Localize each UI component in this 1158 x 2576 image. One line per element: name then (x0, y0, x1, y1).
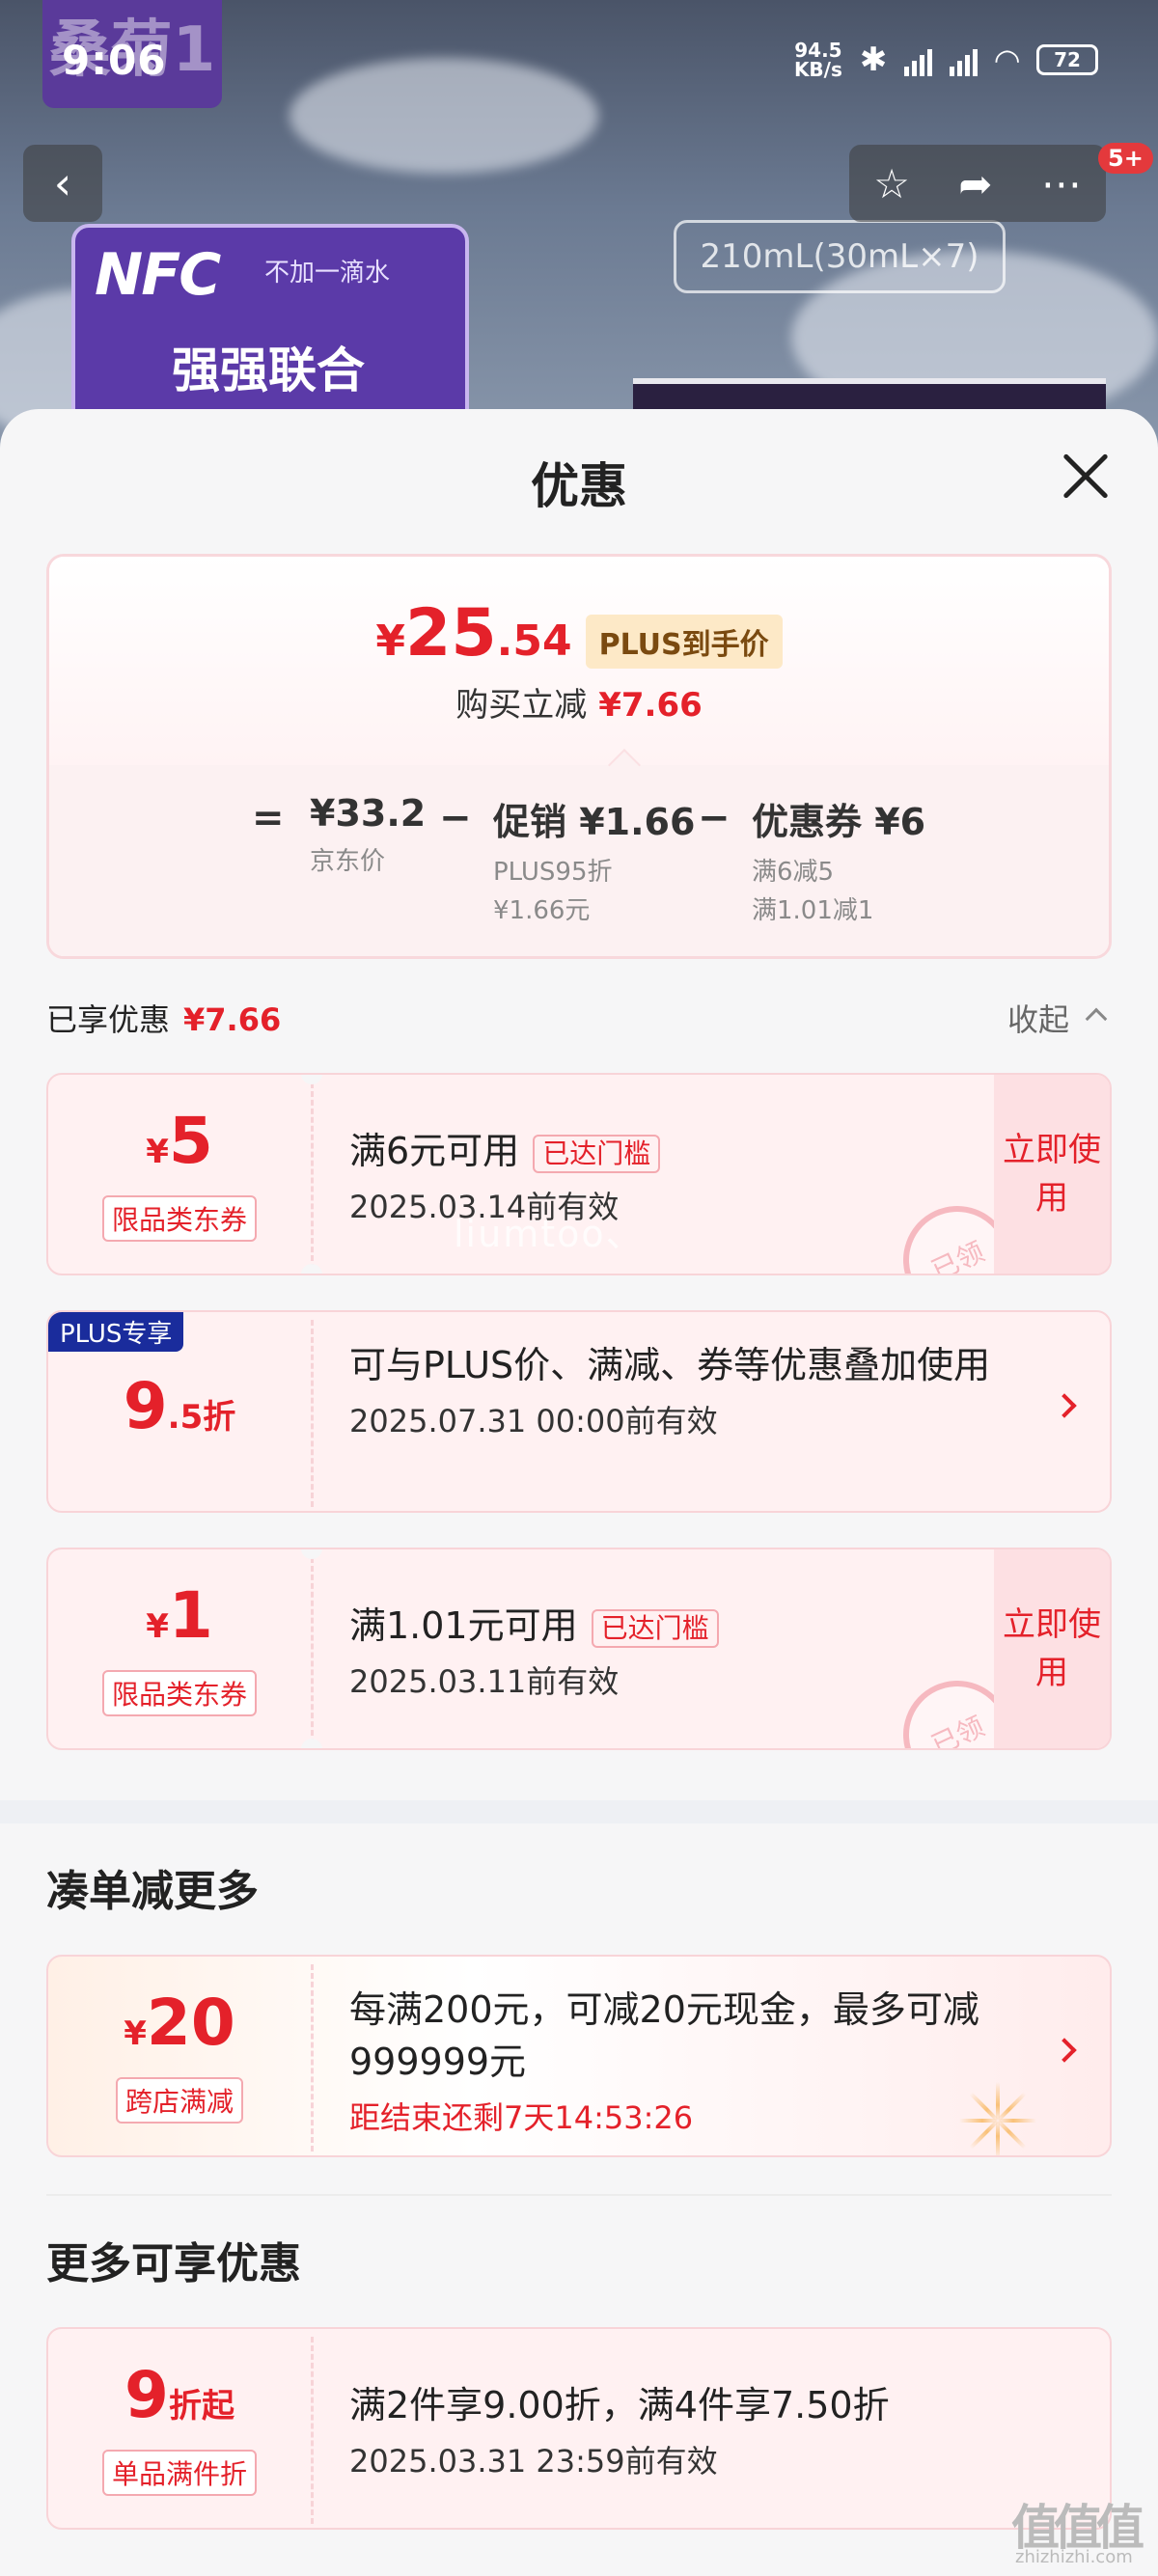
chevron-right-icon[interactable] (1052, 1393, 1077, 1418)
threshold-met-tag: 已达门槛 (591, 1608, 719, 1648)
minus-sign: − (698, 796, 731, 840)
threshold-met-tag: 已达门槛 (533, 1134, 661, 1173)
status-bar: 9:06 94.5 KB/s ✱ ◠ 72 (0, 0, 1158, 125)
cross-store-discount-card[interactable]: ¥20 跨店满减 每满200元，可减20元现金，最多可减999999元 距结束还… (46, 1955, 1112, 2157)
message-badge: 5+ (1098, 143, 1153, 174)
chevron-right-icon[interactable] (1052, 2038, 1077, 2063)
coupon-value: ¥1 限品类东券 (48, 1549, 311, 1748)
use-now-button[interactable]: 立即使用 (994, 1075, 1110, 1274)
section-title-extra: 更多可享优惠 (46, 2239, 301, 2288)
user-watermark: liumtoo、 (454, 1213, 645, 1255)
nfc-logo: NFC (95, 241, 221, 309)
final-price: ¥25.54 (375, 595, 572, 671)
site-watermark-url: zhizhizhi.com (1015, 2547, 1133, 2567)
star-icon[interactable]: ☆ (873, 160, 910, 207)
instant-discount-line: 购买立减 ¥7.66 (455, 686, 703, 725)
minus-sign: − (439, 796, 472, 840)
share-icon[interactable]: ➦ (958, 160, 992, 207)
more-icon[interactable]: ⋯ (1041, 160, 1082, 207)
chevron-left-icon: ‹ (53, 157, 72, 209)
chevron-up-icon[interactable] (1085, 1007, 1108, 1030)
discount-info: 可与PLUS价、满减、券等优惠叠加使用 2025.07.31 00:00前有效 (349, 1339, 1044, 1441)
section-divider (0, 1800, 1158, 1823)
discount-expiry: 2025.07.31 00:00前有效 (349, 1403, 718, 1439)
multi-item-discount-card[interactable]: 9折起 单品满件折 满2件享9.00折，满4件享7.50折 2025.03.31… (46, 2327, 1112, 2530)
close-icon[interactable] (1060, 450, 1112, 502)
signal-icon (904, 43, 933, 76)
price-breakdown: = ¥33.2 京东价 − 促销 ¥1.66 PLUS95折 ¥1.66元 − 优… (49, 765, 1109, 956)
discount-info: 每满200元，可减20元现金，最多可减999999元 距结束还剩7天14:53:… (349, 1984, 1044, 2138)
discount-value: ¥20 跨店满减 (48, 1957, 311, 2155)
coupon-card[interactable]: ¥1 限品类东券 满1.01元可用 已达门槛 2025.03.11前有效 已领 立… (46, 1548, 1112, 1750)
net-speed: 94.5 KB/s (793, 39, 842, 81)
divider (46, 2194, 1112, 2196)
promo-col: 促销 ¥1.66 PLUS95折 ¥1.66元 (493, 801, 696, 925)
firework-decoration (959, 2082, 1036, 2155)
coupon-type-tag: 限品类东券 (101, 1194, 257, 1242)
coupon-col: 优惠券 ¥6 满6减5 满1.01减1 (752, 801, 926, 925)
coupon-info: 满6元可用 已达门槛 2025.03.14前有效 (349, 1125, 1025, 1227)
bluetooth-icon: ✱ (859, 41, 888, 79)
price-summary-card: ¥25.54 PLUS到手价 购买立减 ¥7.66 = ¥33.2 京东价 − 促… (46, 554, 1112, 959)
discount-expiry: 2025.03.31 23:59前有效 (349, 2443, 718, 2480)
discount-type-tag: 跨店满减 (115, 2076, 243, 2124)
wifi-icon: ◠ (995, 41, 1019, 78)
status-icons: 94.5 KB/s ✱ ◠ 72 (794, 41, 1098, 79)
signal-icon (950, 43, 979, 76)
countdown: 距结束还剩7天14:53:26 (349, 2099, 694, 2136)
volume-label: 210mL(30mL×7) (674, 220, 1006, 293)
sheet-title: 优惠 (531, 458, 627, 514)
summary-top: ¥25.54 PLUS到手价 购买立减 ¥7.66 (49, 557, 1109, 765)
discount-type-tag: 单品满件折 (101, 2449, 257, 2496)
equals-sign: = (252, 796, 285, 840)
coupon-type-tag: 限品类东券 (101, 1669, 257, 1716)
product-slogan: 强强联合 (172, 343, 365, 398)
discount-sheet: 优惠 ¥25.54 PLUS到手价 购买立减 ¥7.66 = ¥33.2 京东价 … (0, 409, 1158, 2576)
coupon-value: ¥5 限品类东券 (48, 1075, 311, 1274)
clock: 9:06 (62, 37, 167, 84)
back-button[interactable]: ‹ (23, 145, 102, 222)
final-price-line: ¥25.54 PLUS到手价 (49, 601, 1109, 674)
plus-discount-card[interactable]: PLUS专享 9.5折 可与PLUS价、满减、券等优惠叠加使用 2025.07.… (46, 1310, 1112, 1513)
water-note: 不加一滴水 (264, 259, 391, 288)
discount-value: 9折起 单品满件折 (48, 2329, 311, 2528)
discount-info: 满2件享9.00折，满4件享7.50折 2025.03.31 23:59前有效 (349, 2379, 1025, 2481)
discount-value: 9.5折 (123, 1368, 236, 1443)
collapse-button[interactable]: 收起 (1007, 996, 1069, 1040)
use-now-button[interactable]: 立即使用 (994, 1549, 1110, 1748)
top-action-group: ☆ ➦ ⋯ (849, 145, 1106, 222)
jd-price-col: ¥33.2 京东价 (310, 792, 427, 876)
coupon-info: 满1.01元可用 已达门槛 2025.03.11前有效 (349, 1600, 1025, 1702)
enjoyed-discount: 已享优惠 ¥7.66 (46, 1001, 282, 1038)
plus-price-tag: PLUS到手价 (585, 615, 783, 669)
section-title-more: 凑单减更多 (46, 1867, 259, 1916)
battery-icon: 72 (1036, 44, 1098, 75)
